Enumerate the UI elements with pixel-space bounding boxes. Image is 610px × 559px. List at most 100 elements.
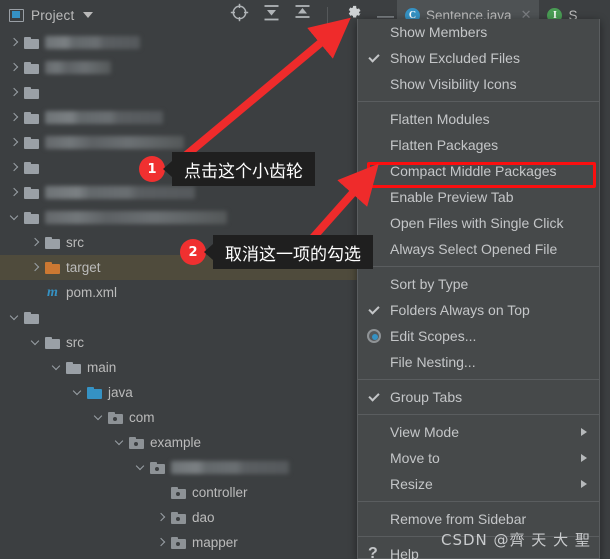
chevron-down-icon[interactable] bbox=[51, 362, 62, 373]
menu-item-flatten-packages[interactable]: Flatten Packages bbox=[358, 132, 599, 158]
tree-row[interactable] bbox=[0, 30, 358, 55]
chevron-right-icon[interactable] bbox=[30, 262, 41, 273]
tree-row[interactable]: com bbox=[0, 405, 358, 430]
menu-item-compact-middle-packages[interactable]: Compact Middle Packages bbox=[358, 158, 599, 184]
menu-item-label: Show Members bbox=[390, 24, 488, 40]
tree-row[interactable]: controller bbox=[0, 480, 358, 505]
package-icon bbox=[108, 411, 123, 424]
chevron-down-icon[interactable] bbox=[72, 387, 83, 398]
chevron-down-icon[interactable] bbox=[9, 312, 20, 323]
menu-item-label: Move to bbox=[390, 450, 440, 466]
folder-icon bbox=[24, 136, 39, 149]
project-options-menu[interactable]: Show Members Show Excluded Files Show Visi… bbox=[357, 19, 600, 559]
folder-icon bbox=[45, 336, 60, 349]
chevron-down-icon[interactable] bbox=[9, 212, 20, 223]
project-tree[interactable]: src target m pom.xml src main java com example co… bbox=[0, 30, 358, 559]
project-title-group[interactable]: Project bbox=[0, 8, 94, 23]
redacted-label bbox=[45, 136, 184, 149]
chevron-right-icon[interactable] bbox=[9, 87, 20, 98]
annotation-badge-2: 2 bbox=[180, 239, 206, 265]
tree-row[interactable]: dao bbox=[0, 505, 358, 530]
menu-item-move-to[interactable]: Move to bbox=[358, 445, 599, 471]
expand-all-icon[interactable] bbox=[263, 4, 280, 27]
folder-icon bbox=[24, 36, 39, 49]
menu-separator bbox=[358, 379, 599, 380]
tree-row[interactable]: src bbox=[0, 330, 358, 355]
menu-separator bbox=[358, 414, 599, 415]
project-panel-icon bbox=[9, 8, 24, 22]
menu-item-show-visibility-icons[interactable]: Show Visibility Icons bbox=[358, 71, 599, 97]
menu-item-label: Flatten Modules bbox=[390, 111, 490, 127]
menu-item-file-nesting[interactable]: File Nesting... bbox=[358, 349, 599, 375]
tree-row[interactable] bbox=[0, 455, 358, 480]
tree-row-label: pom.xml bbox=[66, 285, 118, 300]
folder-icon bbox=[45, 261, 60, 274]
tree-row[interactable]: java bbox=[0, 380, 358, 405]
chevron-down-icon[interactable] bbox=[114, 437, 125, 448]
menu-item-label: Help bbox=[390, 546, 419, 559]
menu-item-open-files-with-single-click[interactable]: Open Files with Single Click bbox=[358, 210, 599, 236]
tree-row[interactable] bbox=[0, 80, 358, 105]
package-icon bbox=[150, 461, 165, 474]
folder-icon bbox=[24, 161, 39, 174]
chevron-down-icon[interactable] bbox=[83, 12, 94, 18]
chevron-right-icon[interactable] bbox=[156, 537, 167, 548]
menu-item-label: Resize bbox=[390, 476, 433, 492]
annotation-callout-1: 点击这个小齿轮 bbox=[163, 152, 315, 186]
package-icon bbox=[129, 436, 144, 449]
tree-row-label: mapper bbox=[192, 535, 238, 550]
tree-row[interactable] bbox=[0, 55, 358, 80]
menu-item-label: Sort by Type bbox=[390, 276, 469, 292]
tree-row[interactable] bbox=[0, 205, 358, 230]
tree-row[interactable]: main bbox=[0, 355, 358, 380]
chevron-right-icon[interactable] bbox=[9, 137, 20, 148]
tree-row-label: src bbox=[66, 335, 84, 350]
checkmark-icon bbox=[368, 51, 380, 63]
submenu-arrow-icon bbox=[581, 428, 587, 436]
folder-icon bbox=[24, 111, 39, 124]
chevron-right-icon[interactable] bbox=[9, 37, 20, 48]
menu-item-flatten-modules[interactable]: Flatten Modules bbox=[358, 106, 599, 132]
menu-item-label: Show Visibility Icons bbox=[390, 76, 517, 92]
menu-item-enable-preview-tab[interactable]: Enable Preview Tab bbox=[358, 184, 599, 210]
redacted-label bbox=[45, 36, 140, 49]
menu-item-resize[interactable]: Resize bbox=[358, 471, 599, 497]
menu-item-label: Group Tabs bbox=[390, 389, 463, 405]
chevron-down-icon[interactable] bbox=[93, 412, 104, 423]
menu-item-label: Remove from Sidebar bbox=[390, 511, 527, 527]
chevron-right-icon[interactable] bbox=[9, 187, 20, 198]
tree-row[interactable]: m pom.xml bbox=[0, 280, 358, 305]
menu-item-always-select-opened-file[interactable]: Always Select Opened File bbox=[358, 236, 599, 262]
redacted-label bbox=[45, 111, 163, 124]
chevron-down-icon[interactable] bbox=[30, 337, 41, 348]
tree-row-label: com bbox=[129, 410, 155, 425]
annotation-badge-1: 1 bbox=[139, 156, 165, 182]
tree-row[interactable] bbox=[0, 105, 358, 130]
menu-item-sort-by-type[interactable]: Sort by Type bbox=[358, 271, 599, 297]
tree-row-label: dao bbox=[192, 510, 215, 525]
package-icon bbox=[171, 536, 186, 549]
chevron-right-icon[interactable] bbox=[9, 62, 20, 73]
menu-item-label: Enable Preview Tab bbox=[390, 189, 514, 205]
tree-row[interactable]: example bbox=[0, 430, 358, 455]
menu-item-show-members[interactable]: Show Members bbox=[358, 19, 599, 45]
folder-icon bbox=[24, 86, 39, 99]
menu-item-label: Edit Scopes... bbox=[390, 328, 477, 344]
csdn-watermark: CSDN @齊 天 大 聖 bbox=[441, 531, 591, 549]
chevron-right-icon[interactable] bbox=[156, 512, 167, 523]
tree-row[interactable]: mapper bbox=[0, 530, 358, 555]
menu-item-group-tabs[interactable]: Group Tabs bbox=[358, 384, 599, 410]
menu-item-edit-scopes[interactable]: Edit Scopes... bbox=[358, 323, 599, 349]
chevron-right-icon[interactable] bbox=[9, 112, 20, 123]
help-question-icon: ? bbox=[368, 545, 378, 559]
menu-item-folders-always-on-top[interactable]: Folders Always on Top bbox=[358, 297, 599, 323]
collapse-all-icon[interactable] bbox=[294, 4, 311, 27]
locate-target-icon[interactable] bbox=[230, 3, 249, 27]
tree-row[interactable] bbox=[0, 305, 358, 330]
menu-item-show-excluded-files[interactable]: Show Excluded Files bbox=[358, 45, 599, 71]
chevron-right-icon[interactable] bbox=[9, 162, 20, 173]
chevron-down-icon[interactable] bbox=[135, 462, 146, 473]
menu-item-view-mode[interactable]: View Mode bbox=[358, 419, 599, 445]
menu-item-label: Show Excluded Files bbox=[390, 50, 520, 66]
chevron-right-icon[interactable] bbox=[30, 237, 41, 248]
